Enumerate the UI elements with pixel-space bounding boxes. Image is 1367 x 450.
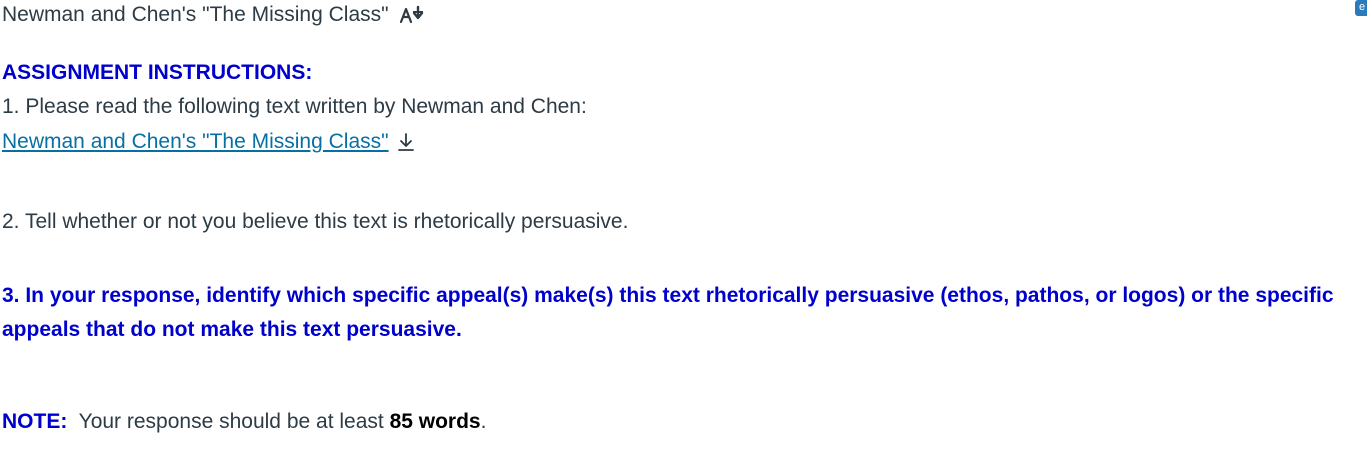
file-link[interactable]: Newman and Chen's "The Missing Class" [2, 129, 389, 155]
page-title: Newman and Chen's "The Missing Class" [2, 2, 427, 28]
instruction-step-1: 1. Please read the following text writte… [2, 95, 587, 118]
instructions-heading: ASSIGNMENT INSTRUCTIONS: [2, 61, 313, 84]
corner-badge[interactable]: e [1355, 0, 1367, 16]
instruction-step-3: 3. In your response, identify which spec… [2, 284, 1334, 341]
file-link-row: Newman and Chen's "The Missing Class" [2, 129, 417, 155]
note-label: NOTE: [2, 410, 68, 433]
assignment-page: Newman and Chen's "The Missing Class" e … [0, 0, 1367, 450]
note-text: Your response should be at least [67, 410, 390, 433]
note: NOTE: Your response should be at least 8… [2, 409, 486, 435]
page-title-text: Newman and Chen's "The Missing Class" [2, 3, 389, 26]
translate-icon[interactable] [399, 5, 427, 25]
note-period: . [480, 410, 487, 433]
note-word-count: 85 words [389, 410, 481, 433]
download-icon[interactable] [395, 131, 417, 153]
instruction-step-2: 2. Tell whether or not you believe this … [2, 210, 629, 233]
